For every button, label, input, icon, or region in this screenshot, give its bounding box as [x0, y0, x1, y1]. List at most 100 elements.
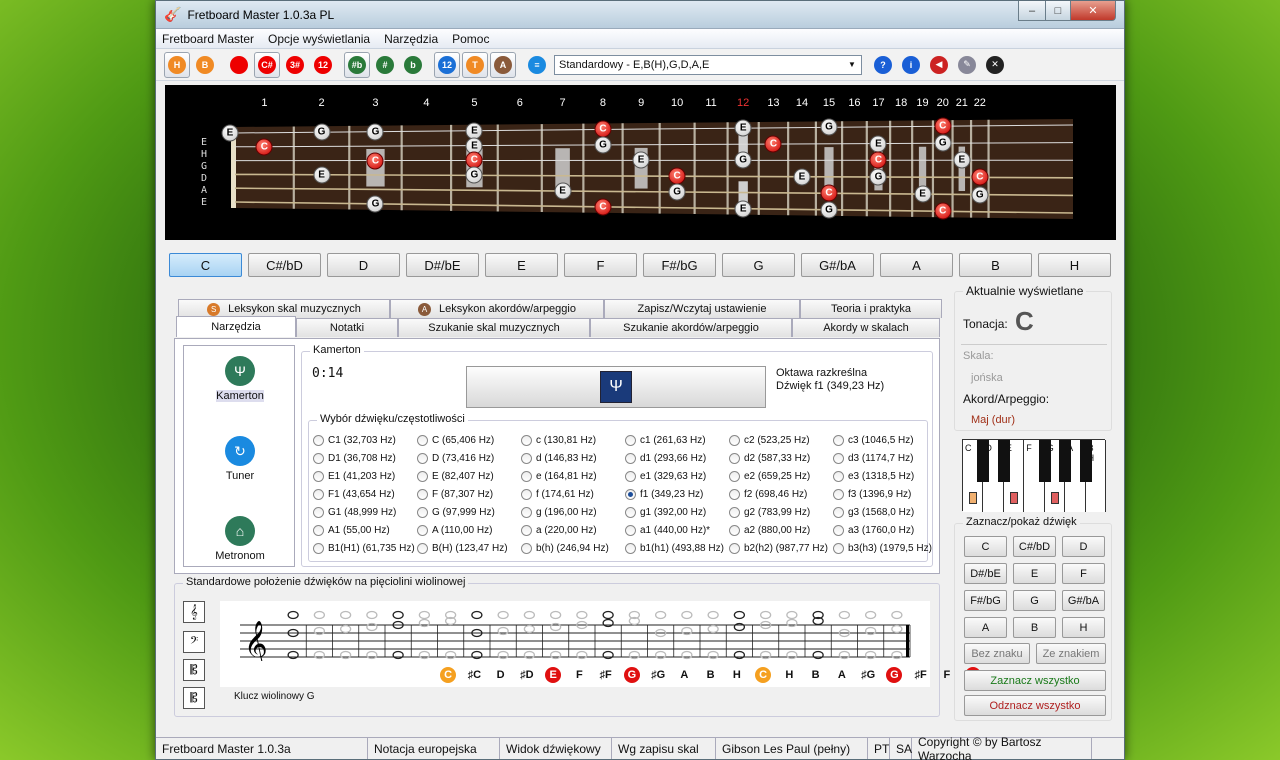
list-button[interactable]: ≡	[524, 52, 550, 78]
frequency-option[interactable]: a3 (1760,0 Hz)	[833, 525, 914, 536]
frequency-option[interactable]: b3(h3) (1979,5 Hz)	[833, 543, 932, 554]
key-D[interactable]: D	[327, 253, 400, 277]
frequency-option[interactable]: c1 (261,63 Hz)	[625, 435, 706, 446]
info-button[interactable]: i	[898, 52, 924, 78]
close-button[interactable]: ✕	[1070, 1, 1116, 21]
staff-note-label[interactable]: B	[808, 667, 824, 683]
frequency-option[interactable]: g (196,00 Hz)	[521, 507, 597, 518]
fret-note[interactable]: C	[764, 135, 782, 153]
toolbar-sharp-button[interactable]: #	[372, 52, 398, 78]
frequency-option[interactable]: b(h) (246,94 Hz)	[521, 543, 609, 554]
fret-note[interactable]: G	[465, 166, 483, 184]
frequency-option[interactable]: A1 (55,00 Hz)	[313, 525, 390, 536]
staff-note-label[interactable]: B	[703, 667, 719, 683]
fret-note[interactable]: G	[934, 134, 952, 152]
tool-metronom[interactable]: ⌂ Metronom	[184, 516, 296, 562]
tool-kamerton[interactable]: Ψ Kamerton	[184, 356, 296, 402]
toolbar-sharp-flat-button[interactable]: #b	[344, 51, 370, 78]
fret-note[interactable]: C	[934, 117, 952, 135]
frequency-option[interactable]: b1(h1) (493,88 Hz)	[625, 543, 724, 554]
fret-note[interactable]: E	[221, 124, 239, 142]
fret-note[interactable]: G	[820, 118, 838, 136]
bass-clef-button[interactable]: 𝄢	[183, 631, 205, 653]
toolbar-t-button[interactable]: T	[462, 51, 488, 78]
staff-note-label[interactable]: ♯G	[860, 667, 876, 683]
staff-note-label[interactable]: G	[886, 667, 903, 683]
fret-note[interactable]: E	[734, 119, 752, 137]
piano-black-key[interactable]	[1038, 440, 1051, 482]
toolbar-red-dot-button[interactable]	[226, 52, 252, 78]
frequency-option[interactable]: e (164,81 Hz)	[521, 471, 597, 482]
frequency-option[interactable]: C (65,406 Hz)	[417, 435, 494, 446]
fret-note[interactable]: C	[869, 151, 887, 169]
fret-note[interactable]: E	[632, 151, 650, 169]
exit-button[interactable]: ✕	[982, 52, 1008, 78]
select-all-button[interactable]: Zaznacz wszystko	[964, 670, 1106, 691]
key-B[interactable]: B	[959, 253, 1032, 277]
frequency-option[interactable]: F (87,307 Hz)	[417, 489, 493, 500]
treble-clef-button[interactable]: 𝄞	[183, 601, 205, 623]
frequency-option[interactable]: D (73,416 Hz)	[417, 453, 494, 464]
key-GbA[interactable]: G#/bA	[801, 253, 874, 277]
staff-note-label[interactable]: G	[623, 667, 640, 683]
fret-note[interactable]: E	[793, 168, 811, 186]
frequency-option[interactable]: a2 (880,00 Hz)	[729, 525, 810, 536]
fret-note[interactable]: C	[255, 138, 273, 156]
mark-note-G[interactable]: G	[1013, 590, 1056, 611]
fret-note[interactable]: C	[668, 167, 686, 185]
play-tone-button[interactable]: Ψ	[466, 366, 766, 408]
staff-note-label[interactable]: A	[676, 667, 692, 683]
fret-note[interactable]: E	[914, 185, 932, 203]
tab-top-2[interactable]: Zapisz/Wczytaj ustawienie	[604, 299, 800, 318]
frequency-option[interactable]: A (110,00 Hz)	[417, 525, 492, 536]
frequency-option[interactable]: F1 (43,654 Hz)	[313, 489, 395, 500]
staff-note-label[interactable]: C	[755, 667, 772, 683]
menu-1[interactable]: Opcje wyświetlania	[268, 32, 370, 46]
staff-note-label[interactable]: F	[939, 667, 955, 683]
menu-3[interactable]: Pomoc	[452, 32, 489, 46]
frequency-option[interactable]: d2 (587,33 Hz)	[729, 453, 810, 464]
mark-note-FbG[interactable]: F#/bG	[964, 590, 1007, 611]
fret-note[interactable]: G	[366, 123, 384, 141]
fret-note[interactable]: G	[734, 151, 752, 169]
staff-note-label[interactable]: D	[493, 667, 509, 683]
toolbar-twelve-blue-button[interactable]: 12	[434, 51, 460, 78]
frequency-option[interactable]: G1 (48,999 Hz)	[313, 507, 396, 518]
frequency-option[interactable]: B(H) (123,47 Hz)	[417, 543, 508, 554]
no-sign-button[interactable]: Bez znaku	[964, 643, 1030, 664]
frequency-option[interactable]: c (130,81 Hz)	[521, 435, 596, 446]
piano-black-key[interactable]	[1059, 440, 1072, 482]
staff-note-label[interactable]: H	[729, 667, 745, 683]
toolbar-h-button[interactable]: H	[164, 51, 190, 78]
mark-note-A[interactable]: A	[964, 617, 1007, 638]
tab-bottom-0[interactable]: Narzędzia	[176, 316, 296, 337]
frequency-option[interactable]: f3 (1396,9 Hz)	[833, 489, 911, 500]
toolbar-c-sharp-button[interactable]: C#	[254, 51, 280, 78]
tuning-select[interactable]: Standardowy - E,B(H),G,D,A,E ▼	[554, 54, 862, 75]
mark-note-E[interactable]: E	[1013, 563, 1056, 584]
frequency-option[interactable]: E1 (41,203 Hz)	[313, 471, 395, 482]
tab-top-3[interactable]: Teoria i praktyka	[800, 299, 942, 318]
staff-note-label[interactable]: ♯D	[519, 667, 535, 683]
frequency-option[interactable]: G (97,999 Hz)	[417, 507, 495, 518]
mark-note-C[interactable]: C	[964, 536, 1007, 557]
key-C[interactable]: C	[169, 253, 242, 277]
tab-top-1[interactable]: A Leksykon akordów/arpeggio	[390, 299, 604, 318]
fret-note[interactable]: C	[594, 120, 612, 138]
menu-0[interactable]: Fretboard Master	[162, 32, 254, 46]
tab-bottom-4[interactable]: Akordy w skalach	[792, 318, 940, 337]
key-G[interactable]: G	[722, 253, 795, 277]
fret-note[interactable]: G	[971, 186, 989, 204]
frequency-option[interactable]: d1 (293,66 Hz)	[625, 453, 706, 464]
toolbar-twelve-button[interactable]: 12	[310, 52, 336, 78]
staff-note-label[interactable]: ♯C	[466, 667, 482, 683]
piano-black-key[interactable]	[977, 440, 990, 482]
deselect-all-button[interactable]: Odznacz wszystko	[964, 695, 1106, 716]
mark-note-B[interactable]: B	[1013, 617, 1056, 638]
mark-note-D[interactable]: D	[1062, 536, 1105, 557]
mark-note-H[interactable]: H	[1062, 617, 1105, 638]
key-E[interactable]: E	[485, 253, 558, 277]
help-button[interactable]: ?	[870, 52, 896, 78]
frequency-option[interactable]: B1(H1) (61,735 Hz)	[313, 543, 415, 554]
back-button[interactable]: ◀	[926, 52, 952, 78]
